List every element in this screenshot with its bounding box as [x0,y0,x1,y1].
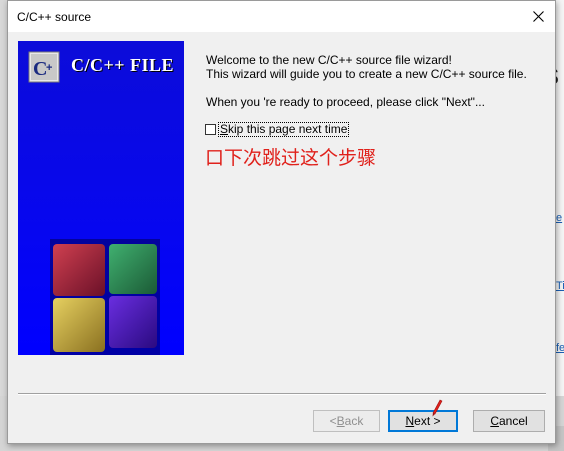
svg-text:+: + [46,62,52,74]
dialog-title: C/C++ source [17,10,92,24]
banner-title: C/C++ FILE [71,55,175,75]
annotation-text: 口下次跳过这个步骤 [205,147,377,169]
skip-page-label[interactable]: Skip this page next time [218,122,350,137]
background-link-fragment[interactable]: fe [556,342,564,354]
description-line: This wizard will guide you to create a n… [206,67,527,81]
title-bar: C/C++ source [8,1,555,32]
next-button[interactable]: Next > [388,410,458,432]
skip-page-checkbox[interactable]: Skip this page next time [205,122,350,137]
close-icon [532,11,544,22]
background-link-fragment[interactable]: e [556,212,562,224]
welcome-text: Welcome to the new C/C++ source file wiz… [206,53,527,81]
wizard-banner: C + C/C++ FILE [18,41,184,355]
wizard-dialog: C/C++ source C + C/C++ FILE Welcome to t… [7,0,556,444]
welcome-line: Welcome to the new C/C++ source file wiz… [206,53,452,67]
cancel-button[interactable]: Cancel [473,410,545,432]
cube-graphic [50,239,160,355]
mouse-cursor-icon [432,399,443,417]
checkbox-box[interactable] [205,124,216,135]
proceed-instruction: When you 're ready to proceed, please cl… [206,95,485,109]
button-separator [18,393,546,395]
background-link-fragment[interactable]: Ti [556,280,564,292]
back-button[interactable]: < Back [313,410,380,432]
codeblocks-logo-icon: C + [28,51,60,83]
close-button[interactable] [521,1,555,32]
